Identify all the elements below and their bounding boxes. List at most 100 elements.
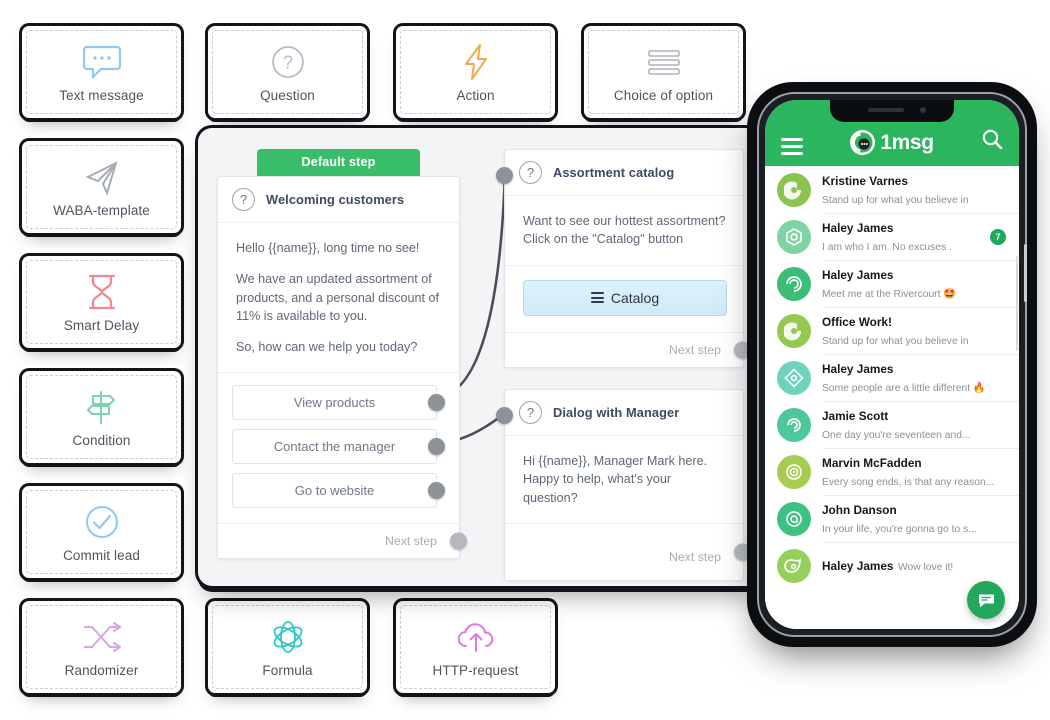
- chat-list-item[interactable]: John Danson In your life, you're gonna g…: [765, 495, 1019, 542]
- default-step-badge: Default step: [257, 149, 420, 178]
- chat-message: In your life, you're gonna go to s...: [822, 523, 977, 535]
- avatar: [777, 501, 811, 536]
- node-title: Welcoming customers: [266, 192, 405, 207]
- catalog-button[interactable]: Catalog: [523, 279, 727, 316]
- chat-name: John Danson: [822, 502, 897, 517]
- node-input-port[interactable]: [496, 167, 513, 184]
- palette-block-label: Formula: [262, 662, 313, 678]
- chat-list-item[interactable]: Office Work! Stand up for what you belie…: [765, 307, 1019, 354]
- node-header: ? Dialog with Manager: [505, 390, 743, 436]
- chat-message: Meet me at the Rivercourt 🤩: [822, 288, 957, 300]
- front-camera-icon: [920, 107, 926, 113]
- brand-name: 1msg: [880, 130, 934, 154]
- chat-list-item[interactable]: Haley James Meet me at the Rivercourt 🤩: [765, 260, 1019, 307]
- palette-block-label: WABA-template: [53, 202, 150, 218]
- chat-name: Haley James: [822, 267, 894, 282]
- chat-list-item[interactable]: Haley James Some people are a little dif…: [765, 354, 1019, 401]
- svg-text:?: ?: [282, 52, 292, 72]
- next-step-port[interactable]: [450, 532, 467, 550]
- palette-block-text-message[interactable]: Text message: [22, 26, 181, 118]
- avatar: [777, 360, 811, 395]
- chat-list-item[interactable]: Haley James I am who I am. No excuses . …: [765, 213, 1019, 260]
- reply-port[interactable]: [428, 482, 445, 500]
- node-footer: Next step: [218, 523, 467, 558]
- new-message-icon: [978, 594, 994, 607]
- avatar: [777, 219, 811, 254]
- list-lines-icon: [643, 41, 685, 83]
- phone-side-button[interactable]: [1024, 244, 1027, 302]
- node-welcoming-customers[interactable]: ? Welcoming customers Hello {{name}}, lo…: [217, 176, 467, 560]
- palette-block-formula[interactable]: Formula: [208, 601, 367, 693]
- node-header: ? Welcoming customers: [218, 177, 459, 223]
- chat-name: Jamie Scott: [822, 408, 889, 423]
- node-title: Dialog with Manager: [553, 405, 680, 420]
- palette-block-condition[interactable]: Condition: [22, 371, 181, 463]
- palette-block-label: Commit lead: [63, 547, 140, 563]
- palette-block-label: Choice of option: [613, 87, 714, 103]
- unread-badge: 7: [990, 228, 1006, 245]
- palette-block-commit-lead[interactable]: Commit lead: [22, 486, 181, 578]
- avatar: [777, 454, 811, 489]
- palette-block-label: HTTP-request: [432, 662, 519, 678]
- phone-screen: 1msg Kristine Varnes Stand up for what y…: [765, 100, 1019, 629]
- lightning-bolt-icon: [455, 41, 497, 83]
- phone-mockup: 1msg Kristine Varnes Stand up for what y…: [747, 82, 1037, 647]
- question-circle-icon: ?: [519, 161, 542, 184]
- chat-list-item[interactable]: Jamie Scott One day you're seventeen and…: [765, 401, 1019, 448]
- node-body: Hello {{name}}, long time no see! We hav…: [218, 223, 459, 372]
- flow-canvas[interactable]: Default step ? Welcoming customers Hello…: [198, 128, 764, 586]
- chat-list-item[interactable]: Marvin McFadden Every song ends, is that…: [765, 448, 1019, 495]
- palette-block-label: Randomizer: [64, 662, 139, 678]
- palette-block-choice-of-option[interactable]: Choice of option: [584, 26, 743, 118]
- palette-block-action[interactable]: Action: [396, 26, 555, 118]
- chat-message: Some people are a little different 🔥: [822, 382, 986, 394]
- node-header: ? Assortment catalog: [505, 150, 743, 196]
- node-paragraph: Want to see our hottest assortment? Clic…: [523, 214, 726, 247]
- chat-list-item[interactable]: Kristine Varnes Stand up for what you be…: [765, 166, 1019, 213]
- reply-button-go-to-website[interactable]: Go to website: [232, 473, 437, 509]
- signpost-icon: [81, 386, 123, 428]
- palette-block-waba-template[interactable]: WABA-template: [22, 141, 181, 233]
- catalog-button-label: Catalog: [610, 289, 660, 306]
- node-footer: Next step: [505, 522, 751, 580]
- palette-block-smart-delay[interactable]: Smart Delay: [22, 256, 181, 348]
- node-paragraph: We have an updated assortment of product…: [236, 272, 440, 323]
- new-message-fab[interactable]: [967, 581, 1005, 619]
- node-footer: Next step: [505, 331, 751, 367]
- avatar: [777, 313, 811, 348]
- phone-notch: [830, 100, 954, 122]
- chat-message: Stand up for what you believe in: [822, 335, 969, 347]
- node-buttons: Catalog: [505, 264, 743, 332]
- phone-bezel: 1msg Kristine Varnes Stand up for what y…: [757, 92, 1027, 637]
- palette-block-label: Question: [260, 87, 315, 103]
- hamburger-menu-icon[interactable]: [781, 138, 803, 155]
- avatar: [777, 172, 811, 207]
- chat-name: Office Work!: [822, 314, 892, 329]
- node-replies: View products Contact the manager Go to …: [218, 372, 459, 523]
- chat-name: Haley James: [822, 220, 894, 235]
- node-dialog-with-manager[interactable]: ? Dialog with Manager Hi {{name}}, Manag…: [496, 389, 751, 581]
- reply-button-contact-the-manager[interactable]: Contact the manager: [232, 429, 437, 465]
- chat-message: I am who I am. No excuses .: [822, 241, 952, 253]
- chat-list[interactable]: Kristine Varnes Stand up for what you be…: [765, 166, 1019, 629]
- chat-message: Wow love it!: [897, 561, 954, 573]
- avatar: [777, 407, 811, 442]
- palette-block-randomizer[interactable]: Randomizer: [22, 601, 181, 693]
- question-circle-icon: ?: [519, 401, 542, 424]
- reply-port[interactable]: [428, 438, 445, 456]
- next-step-label: Next step: [669, 342, 721, 357]
- hourglass-icon: [81, 271, 123, 313]
- palette-block-question[interactable]: ? Question: [208, 26, 367, 118]
- reply-button-view-products[interactable]: View products: [232, 385, 437, 421]
- palette-block-label: Condition: [72, 432, 131, 448]
- speaker-icon: [868, 108, 904, 112]
- reply-port[interactable]: [428, 394, 445, 412]
- node-input-port[interactable]: [496, 407, 513, 424]
- palette-block-label: Smart Delay: [63, 317, 140, 333]
- paper-plane-icon: [81, 156, 123, 198]
- list-lines-icon: [590, 292, 604, 303]
- avatar: [777, 266, 811, 301]
- search-icon[interactable]: [981, 128, 1003, 155]
- palette-block-http-request[interactable]: HTTP-request: [396, 601, 555, 693]
- node-assortment-catalog[interactable]: ? Assortment catalog Want to see our hot…: [496, 149, 751, 368]
